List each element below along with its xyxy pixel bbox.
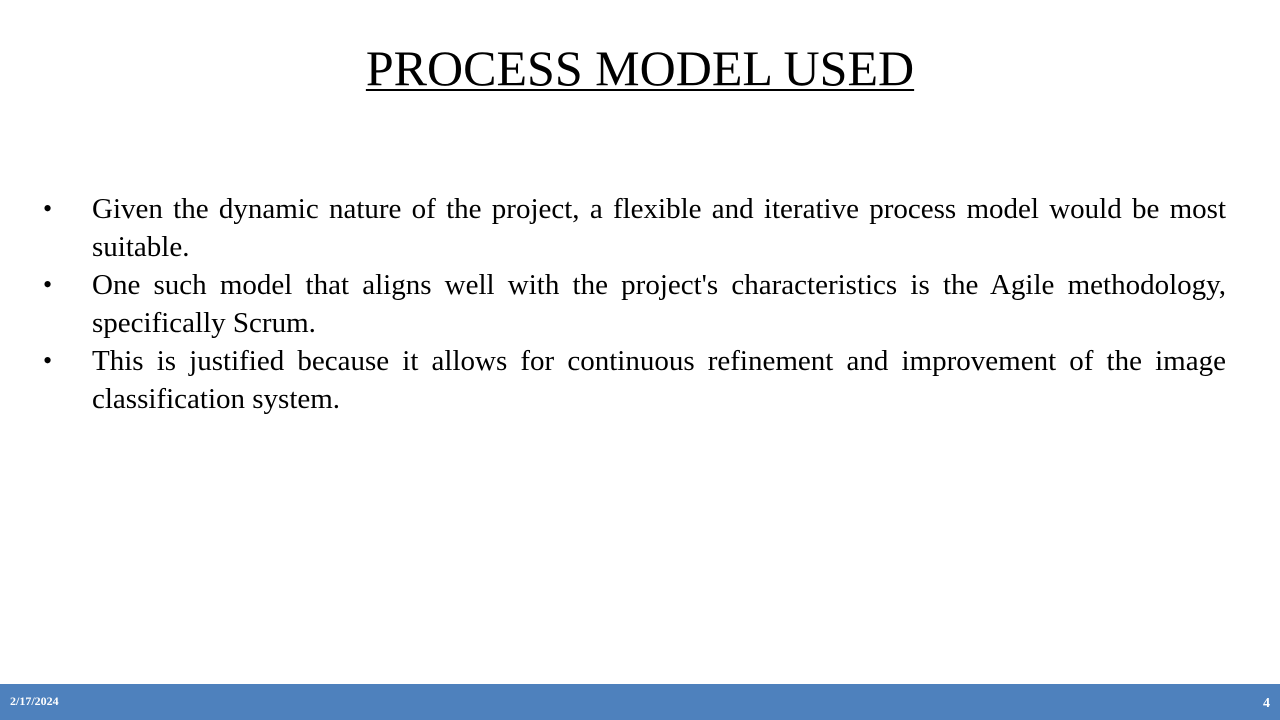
footer-bar: 2/17/2024 4: [0, 684, 1280, 720]
slide-title-text: PROCESS MODEL USED: [365, 40, 915, 96]
bullet-marker: •: [43, 270, 53, 299]
bullet-marker: •: [43, 194, 53, 223]
slide: PROCESS MODEL USED • Given the dynamic n…: [0, 0, 1280, 720]
bullet-marker: •: [43, 346, 53, 375]
bullet-item: • Given the dynamic nature of the projec…: [40, 190, 1226, 266]
bullet-text: Given the dynamic nature of the project,…: [92, 193, 1226, 263]
slide-title: PROCESS MODEL USED: [0, 38, 1280, 98]
bullet-item: • One such model that aligns well with t…: [40, 266, 1226, 342]
bullet-item: • This is justified because it allows fo…: [40, 342, 1226, 418]
footer-date: 2/17/2024: [10, 694, 59, 708]
bullet-list: • Given the dynamic nature of the projec…: [40, 190, 1226, 418]
bullet-text: This is justified because it allows for …: [92, 345, 1226, 415]
bullet-text: One such model that aligns well with the…: [92, 269, 1226, 339]
page-number: 4: [1263, 696, 1270, 711]
